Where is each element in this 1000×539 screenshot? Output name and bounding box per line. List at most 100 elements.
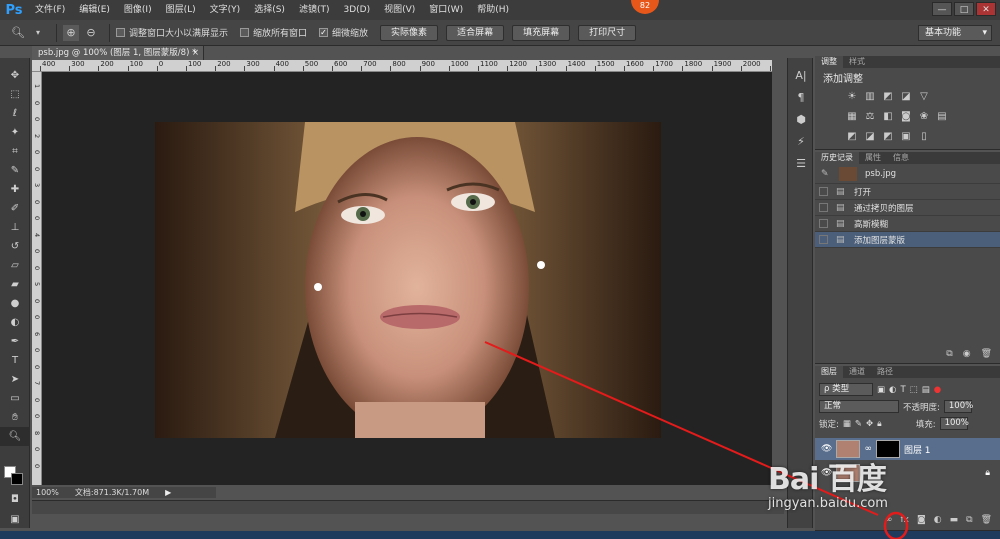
zoom-out-icon[interactable]: ⊖ <box>83 25 99 41</box>
healing-brush-icon[interactable]: ✚ <box>0 180 30 199</box>
close-button[interactable]: ✕ <box>976 2 996 16</box>
eye-icon[interactable]: 👁︎ <box>821 444 832 454</box>
color-lookup-icon[interactable]: ▤ <box>935 110 949 124</box>
levels-icon[interactable]: ▥ <box>863 90 877 104</box>
eyedropper-icon[interactable]: ✎ <box>0 161 30 180</box>
tool-presets-icon[interactable]: ☰ <box>788 152 814 174</box>
close-icon[interactable]: × <box>192 46 199 60</box>
portrait-photo[interactable] <box>155 122 661 438</box>
crop-tool-icon[interactable]: ⌗ <box>0 142 30 161</box>
threshold-icon[interactable]: ◩ <box>881 130 895 144</box>
brush-tool-icon[interactable]: ✐ <box>0 199 30 218</box>
history-brush-source-icon[interactable]: ✎ <box>821 169 831 179</box>
history-item[interactable]: ▤ 打开 <box>815 184 1000 200</box>
menu-item[interactable]: 滤镜(T) <box>292 0 337 20</box>
quick-mask-icon[interactable]: ◘ <box>0 490 30 509</box>
delete-layer-icon[interactable]: 🗑︎ <box>981 515 992 525</box>
dodge-tool-icon[interactable]: ◐ <box>0 313 30 332</box>
brush-panel-icon[interactable]: ⚡︎ <box>788 130 814 152</box>
lock-transparent-icon[interactable]: ▦ <box>843 419 851 429</box>
print-size-button[interactable]: 打印尺寸 <box>578 24 637 41</box>
selective-color-icon[interactable]: ▣ <box>899 130 913 144</box>
menu-item[interactable]: 文字(Y) <box>203 0 248 20</box>
history-checkbox[interactable] <box>819 235 828 244</box>
zoom-in-icon[interactable]: ⊕ <box>63 24 79 41</box>
magic-wand-icon[interactable]: ✦ <box>0 123 30 142</box>
brightness-icon[interactable]: ☀ <box>845 90 859 104</box>
menu-item[interactable]: 文件(F) <box>28 0 72 20</box>
history-item[interactable]: ▤ 添加图层蒙版 <box>815 232 1000 248</box>
maximize-button[interactable]: □ <box>954 2 974 16</box>
tab-info[interactable]: 信息 <box>887 152 915 164</box>
trash-icon[interactable]: 🗑︎ <box>981 349 992 359</box>
opacity-input[interactable]: 100% <box>943 400 973 413</box>
invert-icon[interactable]: ◩ <box>845 130 859 144</box>
photo-filter-icon[interactable]: ◙ <box>899 110 913 124</box>
menu-item[interactable]: 图像(I) <box>117 0 159 20</box>
black-white-icon[interactable]: ◧ <box>881 110 895 124</box>
lock-pixels-icon[interactable]: ✎ <box>855 419 862 429</box>
lasso-tool-icon[interactable]: ℓ <box>0 104 30 123</box>
move-tool-icon[interactable]: ✥ <box>0 66 30 85</box>
chevron-right-icon[interactable]: ▶ <box>165 487 171 498</box>
actual-pixels-button[interactable]: 实际像素 <box>380 24 439 41</box>
fit-window-checkbox[interactable] <box>116 28 125 37</box>
chevron-down-icon[interactable]: ▾ <box>30 25 46 41</box>
tab-paths[interactable]: 路径 <box>871 366 899 378</box>
zoom-tool-icon[interactable]: 🔍︎ <box>10 25 26 41</box>
menu-item[interactable]: 视图(V) <box>377 0 422 20</box>
curves-icon[interactable]: ◩ <box>881 90 895 104</box>
3d-panel-icon[interactable]: ⬢ <box>788 108 814 130</box>
zoom-tool-icon[interactable]: 🔍︎ <box>0 427 30 446</box>
menu-item[interactable]: 窗口(W) <box>422 0 470 20</box>
fill-screen-button[interactable]: 填充屏幕 <box>512 24 571 41</box>
tab-history[interactable]: 历史记录 <box>815 152 859 164</box>
path-selection-icon[interactable]: ➤ <box>0 370 30 389</box>
tab-channels[interactable]: 通道 <box>843 366 871 378</box>
zoom-level[interactable]: 100% <box>36 487 59 498</box>
background-color-swatch[interactable] <box>11 473 23 485</box>
fit-screen-button[interactable]: 适合屏幕 <box>446 24 505 41</box>
filter-toggle-icon[interactable]: ● <box>934 385 941 395</box>
exposure-icon[interactable]: ◪ <box>899 90 913 104</box>
color-balance-icon[interactable]: ⚖ <box>863 110 877 124</box>
tab-styles[interactable]: 样式 <box>843 56 871 68</box>
history-item[interactable]: ▤ 通过拷贝的图层 <box>815 200 1000 216</box>
menu-item[interactable]: 3D(D) <box>336 0 377 20</box>
minimize-button[interactable]: — <box>932 2 952 16</box>
workspace-select[interactable]: 基本功能 <box>918 25 992 41</box>
screen-mode-icon[interactable]: ▣ <box>0 510 30 529</box>
history-snapshot[interactable]: ✎ psb.jpg <box>815 164 1000 184</box>
filter-pixel-icon[interactable]: ▣ <box>877 385 885 395</box>
blend-mode-select[interactable]: 正常 <box>819 400 899 413</box>
tab-layers[interactable]: 图层 <box>815 366 843 378</box>
clone-stamp-icon[interactable]: ⊥ <box>0 218 30 237</box>
fill-input[interactable]: 100% <box>939 417 969 430</box>
menu-item[interactable]: 图层(L) <box>159 0 203 20</box>
camera-icon[interactable]: ◉ <box>963 349 971 359</box>
filter-shape-icon[interactable]: ⬚ <box>910 385 918 395</box>
tab-adjustments[interactable]: 调整 <box>815 56 843 68</box>
type-tool-icon[interactable]: T <box>0 351 30 370</box>
tab-properties[interactable]: 属性 <box>859 152 887 164</box>
blur-tool-icon[interactable]: ● <box>0 294 30 313</box>
eraser-icon[interactable]: ▱ <box>0 256 30 275</box>
menu-item[interactable]: 帮助(H) <box>470 0 516 20</box>
gradient-tool-icon[interactable]: ▰ <box>0 275 30 294</box>
history-checkbox[interactable] <box>819 187 828 196</box>
filter-type-icon[interactable]: T <box>900 385 905 395</box>
vertical-ruler[interactable]: 1 0 0 2 0 0 3 0 0 4 0 0 5 0 0 6 0 0 7 0 0 8 0 0 <box>32 72 42 485</box>
horizontal-ruler[interactable]: 400 300 200 100 0 100 200 300 400 500 600 700 800 900… <box>32 60 772 72</box>
channel-mixer-icon[interactable]: ❀ <box>917 110 931 124</box>
posterize-icon[interactable]: ◪ <box>863 130 877 144</box>
zoom-all-checkbox[interactable] <box>240 28 250 37</box>
menu-item[interactable]: 选择(S) <box>247 0 292 20</box>
paragraph-panel-icon[interactable]: ¶ <box>788 86 814 108</box>
document-canvas[interactable] <box>42 72 772 485</box>
layer-filter-select[interactable]: ρ 类型 <box>819 383 873 396</box>
history-checkbox[interactable] <box>819 203 828 212</box>
character-panel-icon[interactable]: A| <box>788 64 814 86</box>
lock-all-icon[interactable]: 🔒︎ <box>877 419 882 429</box>
link-icon[interactable]: ∞ <box>864 444 872 454</box>
history-brush-icon[interactable]: ↺ <box>0 237 30 256</box>
